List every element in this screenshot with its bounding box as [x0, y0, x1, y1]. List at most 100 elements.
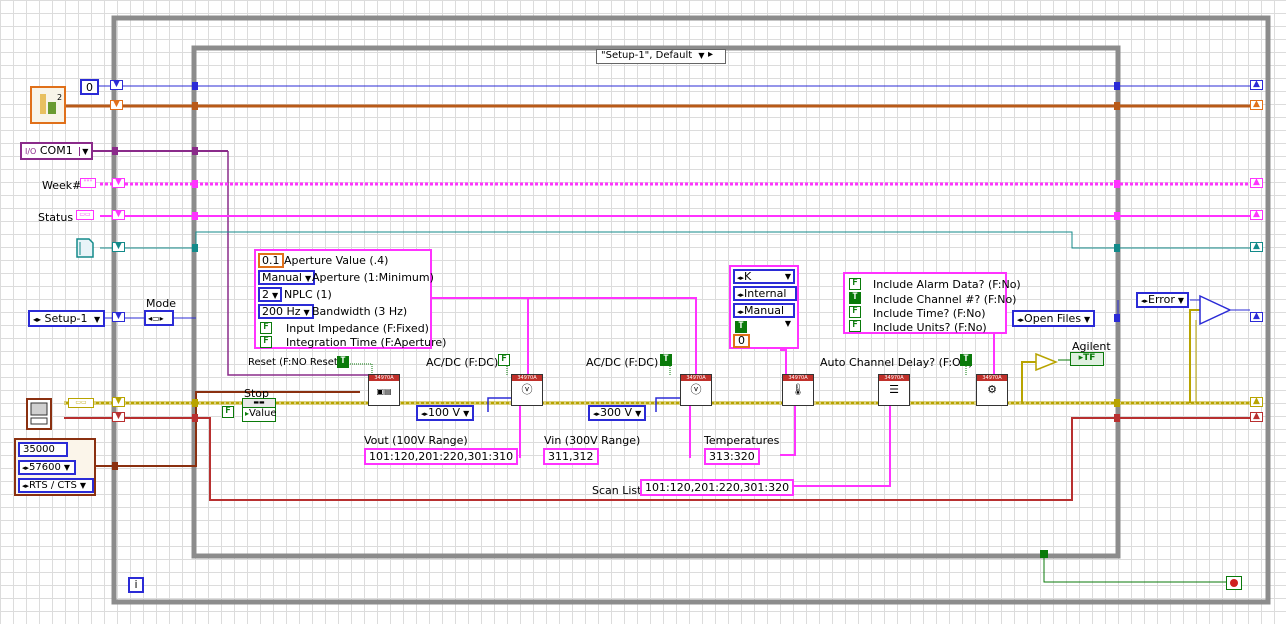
chevron-down-icon[interactable]: ▼: [272, 291, 278, 300]
units-bool[interactable]: F: [849, 320, 861, 332]
configure-format-vi[interactable]: 34970A ⚙: [976, 374, 1008, 406]
chevron-down-icon[interactable]: ▼: [785, 271, 791, 282]
index-constant[interactable]: 0: [80, 79, 99, 95]
case-next-icon[interactable]: ▸: [708, 49, 713, 60]
mode-indicator: ◂▭▸: [144, 310, 174, 326]
acdc-bool-1[interactable]: F: [498, 354, 510, 366]
aperture-value-constant[interactable]: 0.1: [258, 253, 284, 268]
chevron-down-icon[interactable]: ▼: [64, 463, 70, 472]
initialize-vi[interactable]: 34970A ▣▤: [368, 374, 400, 406]
chevron-down-icon[interactable]: ▼: [1178, 296, 1184, 305]
chevron-down-icon[interactable]: ▼: [304, 308, 310, 317]
range-100-selector[interactable]: ◂▸100 V ▼: [416, 405, 475, 421]
nplc-selector[interactable]: 2 ▼: [258, 287, 283, 302]
chevron-down-icon[interactable]: ▼: [94, 315, 100, 324]
error-selector[interactable]: ◂▸Error ▼: [1136, 292, 1189, 308]
open-files-selector[interactable]: ◂▸Open Files ▼: [1012, 310, 1096, 327]
chevron-down-icon[interactable]: ▼: [635, 409, 641, 418]
chevron-down-icon[interactable]: ▼: [785, 318, 791, 329]
chevron-down-icon[interactable]: ▼: [698, 51, 704, 60]
init-icon: ▣▤: [376, 387, 392, 396]
loop-stop-button[interactable]: [1226, 576, 1242, 590]
configure-temperature-vi[interactable]: 34970A 🌡: [782, 374, 814, 406]
integration-time-bool[interactable]: F: [260, 336, 272, 348]
mode-label: Mode: [146, 297, 176, 310]
input-impedance-bool[interactable]: F: [260, 322, 272, 334]
aperture-value-label: Aperture Value (.4): [284, 254, 389, 267]
channel-bool[interactable]: T: [849, 292, 861, 304]
temp-mode-selector[interactable]: ◂▸Manual ▼: [733, 303, 795, 328]
setup-selector[interactable]: ◂▸ Setup-1 ▼: [28, 310, 106, 327]
aperture-mode-label: Aperture (1:Minimum): [312, 271, 434, 284]
voltmeter-icon: ⓥ: [521, 383, 533, 396]
stop-icon: ▬▬: [243, 399, 275, 408]
chevron-down-icon[interactable]: ▼: [79, 147, 89, 156]
index-terminal: ▼: [110, 80, 123, 90]
input-impedance-label: Input Impedance (F:Fixed): [286, 322, 429, 335]
aperture-mode-selector[interactable]: Manual ▼: [258, 270, 316, 285]
out-week-terminal: ▲: [1250, 178, 1263, 188]
stop-icon: [1230, 578, 1238, 587]
info-button[interactable]: i: [128, 577, 144, 593]
instrument-icon[interactable]: [26, 398, 52, 430]
temperatures-channels[interactable]: 313:320: [704, 448, 760, 465]
channel-label: Include Channel #? (F:No): [873, 293, 1017, 306]
configure-scan-vi[interactable]: 34970A ☰: [878, 374, 910, 406]
agilent-indicator: ▸TF: [1070, 352, 1104, 366]
units-label: Include Units? (F:No): [873, 321, 987, 334]
chevron-down-icon[interactable]: ▼: [80, 481, 86, 490]
file-tunnel: ▼: [112, 242, 125, 252]
stop-property-node[interactable]: ▬▬ ▸Value: [242, 398, 276, 422]
alarm-bool[interactable]: F: [849, 278, 861, 290]
timeout-constant[interactable]: 35000: [18, 442, 68, 457]
scan-list-channels[interactable]: 101:120,201:220,301:320: [640, 479, 795, 496]
out-file-terminal: ▲: [1250, 242, 1263, 252]
configure-voltage-vi-1[interactable]: 34970A ⓥ: [511, 374, 543, 406]
out-task-terminal: ▲: [1250, 397, 1263, 407]
auto-delay-label: Auto Channel Delay? (F:Off): [820, 356, 973, 369]
integration-time-label: Integration Time (F:Aperture): [286, 336, 447, 349]
file-icon[interactable]: [74, 236, 96, 260]
stop-bool-constant[interactable]: F: [222, 406, 234, 418]
week-tunnel: ▼: [112, 178, 125, 188]
vout-channels[interactable]: 101:120,201:220,301:310: [364, 448, 519, 465]
chevron-down-icon[interactable]: ▼: [305, 274, 311, 283]
out-index-terminal: ▲: [1250, 80, 1263, 90]
acdc-label-2: AC/DC (F:DC): [586, 356, 659, 369]
baud-rate-selector[interactable]: ◂▸57600 ▼: [18, 460, 76, 475]
chevron-down-icon[interactable]: ▼: [1084, 315, 1090, 324]
thermometer-icon: 🌡: [791, 383, 805, 396]
format-icon: ⚙: [987, 383, 997, 396]
voltmeter-icon: ⓥ: [690, 383, 702, 396]
bandwidth-label: Bandwidth (3 Hz): [312, 305, 408, 318]
chart-reference-icon[interactable]: 2: [30, 86, 66, 124]
chevron-down-icon[interactable]: ▼: [463, 409, 469, 418]
vin-channels[interactable]: 311,312: [543, 448, 599, 465]
temp-source-selector[interactable]: ◂▸Internal▼: [733, 286, 797, 311]
range-300-selector[interactable]: ◂▸300 V ▼: [588, 405, 647, 421]
configure-voltage-vi-2[interactable]: 34970A ⓥ: [680, 374, 712, 406]
reset-bool[interactable]: T: [337, 356, 349, 368]
bandwidth-selector[interactable]: 200 Hz ▼: [258, 304, 314, 319]
out-reference-terminal: ▲: [1250, 100, 1263, 110]
com-port-selector[interactable]: I/O COM1 ▼: [20, 142, 94, 160]
case-selector[interactable]: "Setup-1", Default ▼: [596, 49, 726, 64]
temp-bool[interactable]: T: [735, 321, 747, 333]
reference-terminal: ▼: [110, 100, 123, 110]
status-terminal: ▭▭: [76, 210, 94, 220]
temp-value-constant[interactable]: 0: [733, 334, 750, 348]
format-panel: F Include Alarm Data? (F:No) T Include C…: [843, 272, 1021, 334]
flow-control-selector[interactable]: ◂▸RTS / CTS ▼: [18, 478, 94, 493]
temp-unit-selector[interactable]: ◂▸K ▼: [733, 269, 795, 284]
reset-label: Reset (F:NO Reset): [248, 357, 342, 368]
acdc-bool-2[interactable]: T: [660, 354, 672, 366]
scan-list-label: Scan List: [592, 484, 642, 497]
time-bool[interactable]: F: [849, 306, 861, 318]
alarm-label: Include Alarm Data? (F:No): [873, 278, 1021, 291]
vout-label: Vout (100V Range): [364, 434, 468, 447]
week-label: Week#: [42, 179, 82, 192]
ring-icon: ◂▸: [33, 315, 42, 324]
serial-settings-cluster: 35000 ◂▸57600 ▼ ◂▸RTS / CTS ▼: [14, 438, 96, 496]
auto-delay-bool[interactable]: T: [960, 354, 972, 366]
task-constant: ▭▭: [68, 398, 94, 408]
